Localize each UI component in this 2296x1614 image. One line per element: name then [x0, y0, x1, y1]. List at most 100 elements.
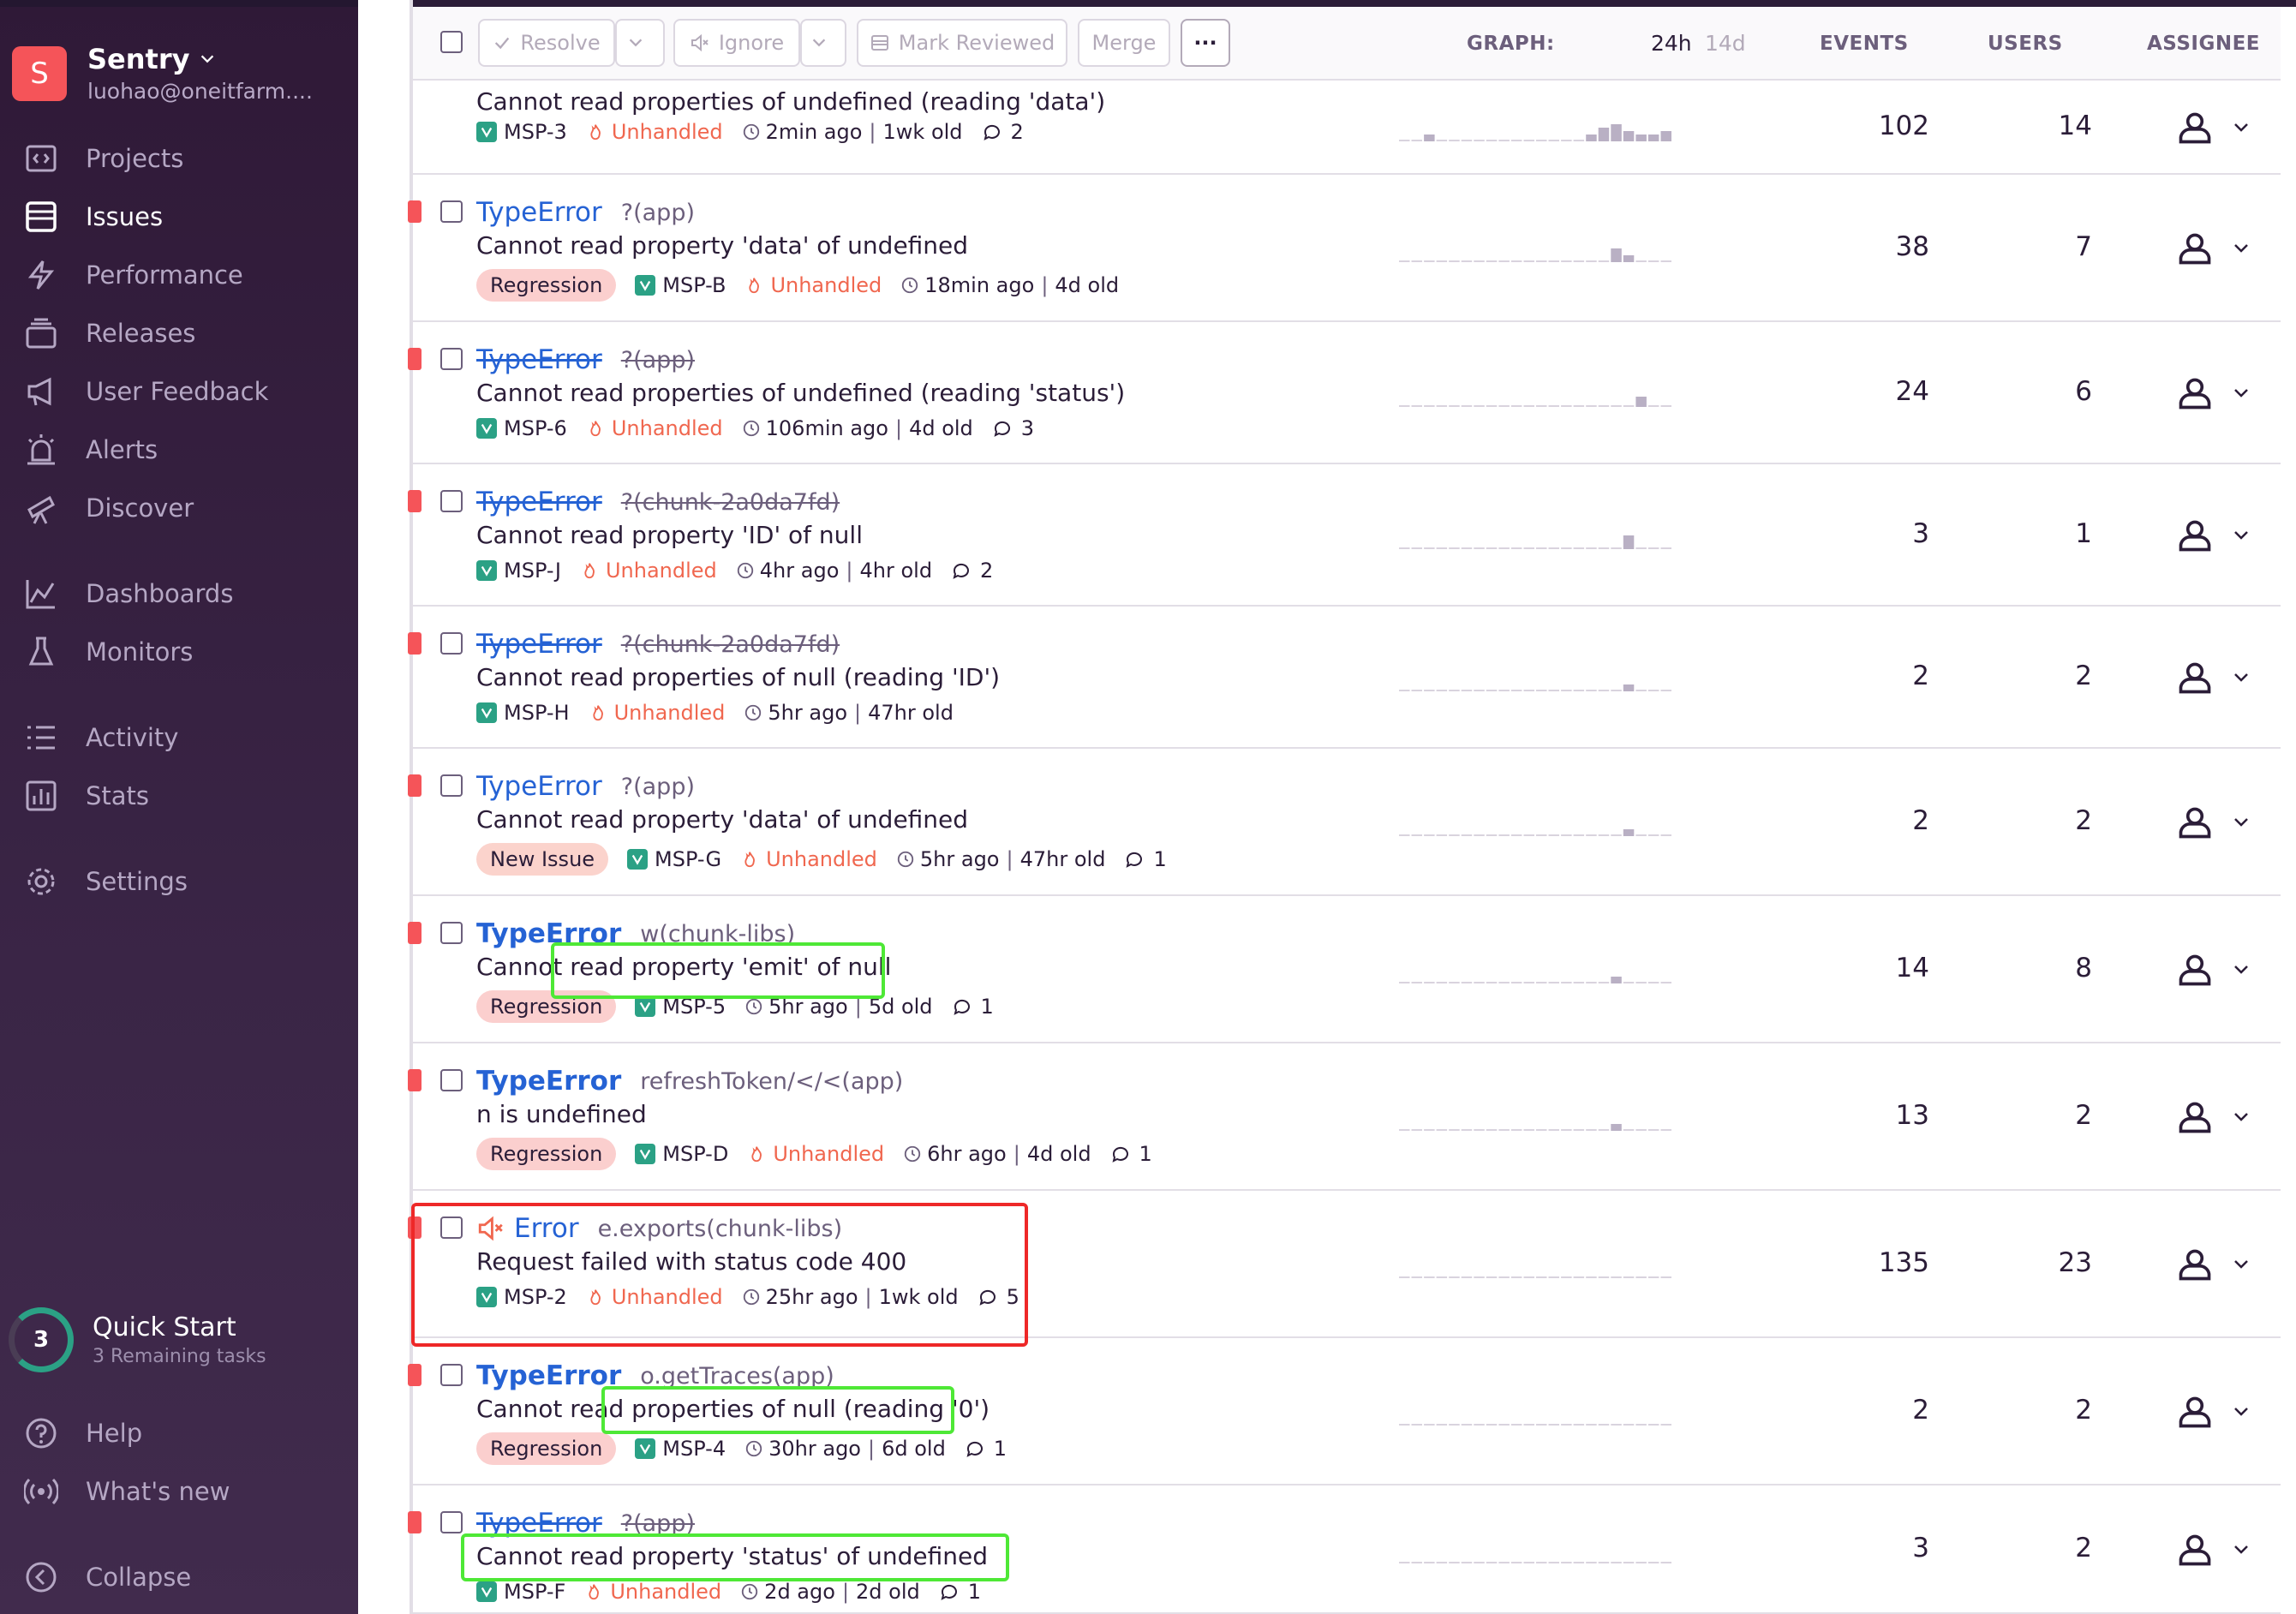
assignee-selector[interactable] — [2176, 1531, 2253, 1569]
sidebar-item-settings[interactable]: Settings — [0, 857, 358, 906]
sidebar-item-releases[interactable]: Releases — [0, 308, 358, 358]
issue-title[interactable]: TypeError ?(chunk-2a0da7fd) — [476, 487, 840, 517]
issue-checkbox[interactable] — [440, 1364, 463, 1386]
mark-reviewed-button[interactable]: Mark Reviewed — [857, 19, 1067, 67]
clock-icon — [743, 420, 759, 437]
short-id[interactable]: MSP-6 — [476, 416, 567, 440]
issue-checkbox[interactable] — [440, 632, 463, 655]
period-24h-toggle[interactable]: 24h — [1651, 31, 1692, 56]
short-id[interactable]: MSP-3 — [476, 120, 567, 144]
issue-row[interactable]: Cannot read properties of undefined (rea… — [413, 81, 2281, 175]
issue-checkbox[interactable] — [440, 1069, 463, 1091]
org-switcher[interactable]: S Sentry luohao@oneitfarm.... — [12, 43, 313, 104]
sidebar-item-label: User Feedback — [86, 377, 269, 406]
issue-checkbox[interactable] — [440, 922, 463, 944]
short-id[interactable]: MSP-D — [635, 1142, 728, 1166]
issue-title[interactable]: TypeError ?(chunk-2a0da7fd) — [476, 629, 840, 660]
assignee-selector[interactable] — [2176, 659, 2253, 696]
sidebar-item-whats-new[interactable]: What's new — [0, 1467, 358, 1516]
sidebar-item-dashboards[interactable]: Dashboards — [0, 569, 358, 619]
sidebar-item-issues[interactable]: Issues — [0, 192, 358, 242]
chevron-down-icon — [2234, 123, 2248, 132]
issue-checkbox[interactable] — [440, 490, 463, 512]
short-id[interactable]: MSP-4 — [635, 1437, 726, 1461]
issue-type[interactable]: TypeError — [476, 771, 602, 802]
issue-type[interactable]: TypeError — [476, 487, 602, 517]
sidebar-collapse-button[interactable]: Collapse — [0, 1552, 358, 1602]
short-id[interactable]: MSP-G — [627, 847, 721, 871]
event-sparkline — [1399, 397, 1671, 407]
issue-title[interactable]: TypeError ?(app) — [476, 197, 695, 228]
issue-row[interactable]: TypeError refreshToken/</<(app) n is undef… — [408, 1043, 2281, 1191]
sidebar-item-user-feedback[interactable]: User Feedback — [0, 367, 358, 416]
assignee-selector[interactable] — [2176, 1393, 2253, 1431]
issue-row[interactable]: TypeError ?(app) Cannot read property 'dat… — [408, 749, 2281, 896]
sparkline-bar — [1573, 547, 1585, 549]
vue-logo-icon — [640, 1444, 651, 1455]
assignee-selector[interactable] — [2176, 1098, 2253, 1136]
assignee-selector[interactable] — [2176, 804, 2253, 841]
comments-count[interactable]: 1 — [1124, 847, 1167, 871]
issue-checkbox[interactable] — [440, 774, 463, 797]
issue-type[interactable]: TypeError — [476, 344, 602, 375]
comments-count[interactable]: 1 — [939, 1580, 981, 1604]
short-id[interactable]: MSP-F — [476, 1580, 565, 1604]
unhandled-label: Unhandled — [611, 416, 723, 440]
assignee-selector[interactable] — [2176, 109, 2253, 146]
assignee-selector[interactable] — [2176, 374, 2253, 412]
issue-row[interactable]: TypeError ?(app) Cannot read property 'dat… — [408, 175, 2281, 322]
short-id[interactable]: MSP-B — [635, 273, 726, 297]
users-column-header[interactable]: USERS — [1988, 33, 2063, 55]
issue-title[interactable]: TypeError ?(app) — [476, 344, 695, 375]
issue-title[interactable]: TypeError ?(app) — [476, 771, 695, 802]
issue-checkbox[interactable] — [440, 348, 463, 370]
period-14d-toggle[interactable]: 14d — [1705, 31, 1746, 56]
org-name-label: Sentry — [87, 43, 190, 75]
ignore-dropdown-button[interactable] — [800, 19, 846, 67]
comments-count[interactable]: 2 — [982, 120, 1024, 144]
issue-type[interactable]: TypeError — [476, 1066, 621, 1097]
issue-type[interactable]: TypeError — [476, 1360, 621, 1391]
sidebar-item-monitors[interactable]: Monitors — [0, 627, 358, 677]
issue-row[interactable]: TypeError ?(app) Cannot read properties of… — [408, 322, 2281, 464]
issue-checkbox[interactable] — [440, 1511, 463, 1533]
projects-icon — [26, 145, 57, 172]
sidebar-item-discover[interactable]: Discover — [0, 483, 358, 533]
select-all-checkbox[interactable] — [440, 31, 463, 53]
short-id[interactable]: MSP-J — [476, 559, 561, 583]
comments-count[interactable]: 3 — [992, 416, 1034, 440]
comments-count[interactable]: 2 — [951, 559, 993, 583]
sparkline-bar — [1424, 405, 1435, 407]
sidebar-item-projects[interactable]: Projects — [0, 134, 358, 183]
more-actions-button[interactable]: ··· — [1181, 19, 1230, 67]
issue-type[interactable]: TypeError — [476, 629, 602, 660]
issue-title[interactable]: TypeError refreshToken/</<(app) — [476, 1066, 903, 1097]
sparkline-bar — [1611, 977, 1622, 983]
resolve-button[interactable]: Resolve — [478, 19, 615, 67]
assignee-selector[interactable] — [2176, 230, 2253, 267]
comments-count[interactable]: 1 — [965, 1437, 1007, 1461]
ignore-button[interactable]: Ignore — [673, 19, 800, 67]
comments-count[interactable]: 1 — [1110, 1142, 1152, 1166]
assignee-selector[interactable] — [2176, 1246, 2253, 1283]
short-id[interactable]: MSP-H — [476, 701, 570, 725]
events-column-header[interactable]: EVENTS — [1820, 33, 1909, 55]
users-count: 2 — [2075, 1533, 2092, 1563]
assignee-selector[interactable] — [2176, 951, 2253, 989]
sidebar-item-alerts[interactable]: Alerts — [0, 425, 358, 475]
comments-count[interactable]: 1 — [952, 995, 994, 1019]
issue-row[interactable]: TypeError ?(chunk-2a0da7fd) Cannot read pr… — [408, 607, 2281, 749]
sidebar-item-activity[interactable]: Activity — [0, 713, 358, 762]
resolve-dropdown-button[interactable] — [615, 19, 665, 67]
sidebar-item-performance[interactable]: Performance — [0, 250, 358, 300]
merge-button[interactable]: Merge — [1078, 19, 1170, 67]
assignee-selector[interactable] — [2176, 517, 2253, 554]
sidebar-item-stats[interactable]: Stats — [0, 771, 358, 821]
user-icon — [2179, 233, 2211, 265]
quick-start[interactable]: 3 Quick Start 3 Remaining tasks — [9, 1307, 266, 1372]
issue-type[interactable]: TypeError — [476, 197, 602, 228]
issue-checkbox[interactable] — [440, 200, 463, 223]
issue-row[interactable]: TypeError ?(chunk-2a0da7fd) Cannot read pr… — [408, 464, 2281, 607]
sidebar-item-help[interactable]: Help — [0, 1408, 358, 1458]
user-icon — [2179, 1249, 2211, 1281]
